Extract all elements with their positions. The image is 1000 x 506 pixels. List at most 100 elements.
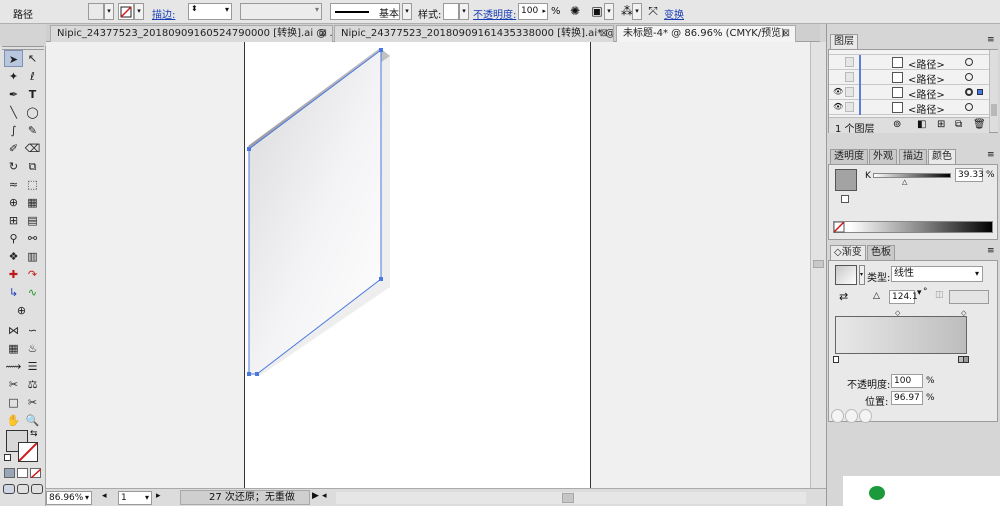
- draw-behind-icon[interactable]: [17, 484, 29, 494]
- stop-opacity-field[interactable]: 100: [891, 374, 923, 388]
- layer-row[interactable]: 👁 <路径>: [829, 85, 989, 101]
- reference-point-icon[interactable]: ⊕: [12, 302, 31, 319]
- scrollbar-thumb[interactable]: [562, 493, 574, 503]
- history-status[interactable]: 27 次还原；无重做: [180, 490, 310, 505]
- live-paint-tool-icon[interactable]: ♨: [23, 340, 42, 357]
- zoom-tool-icon[interactable]: 🔍: [23, 412, 42, 429]
- anchor-point[interactable]: [379, 277, 383, 281]
- select-similar-dropdown[interactable]: ▾: [632, 3, 642, 20]
- slider-handle-icon[interactable]: △: [902, 178, 907, 186]
- stroke-color-box[interactable]: [18, 442, 38, 462]
- default-colors-icon[interactable]: [4, 454, 11, 461]
- gradient-stop[interactable]: [833, 356, 839, 363]
- curve-tool-icon[interactable]: ∿: [23, 284, 42, 301]
- ellipse-tool-icon[interactable]: ◯: [23, 104, 42, 121]
- panel-menu-icon[interactable]: ≡: [987, 246, 995, 256]
- target-icon[interactable]: [965, 103, 973, 111]
- angle-field[interactable]: 124.1: [889, 290, 918, 304]
- knife-tool-icon[interactable]: ✂: [4, 376, 23, 393]
- panel-menu-icon[interactable]: ≡: [987, 150, 995, 160]
- target-icon[interactable]: [965, 88, 973, 96]
- stroke-link[interactable]: 描边:: [152, 6, 175, 21]
- lock-toggle[interactable]: [845, 102, 854, 112]
- reverse-gradient-icon[interactable]: ⇄: [839, 290, 848, 303]
- horizontal-scrollbar[interactable]: [336, 492, 806, 504]
- tab-document-2[interactable]: Nipic_24377523_20180909161435338000 [转换]…: [334, 25, 614, 42]
- column-graph-tool-icon[interactable]: ▥: [23, 248, 42, 265]
- vertical-scrollbar[interactable]: [810, 42, 826, 488]
- layers-scrollbar[interactable]: [989, 50, 998, 132]
- close-icon[interactable]: ⊠: [600, 26, 608, 42]
- none-color-icon[interactable]: [833, 221, 845, 233]
- visibility-toggle[interactable]: [833, 57, 842, 67]
- zoom-field[interactable]: 86.96% ▾: [46, 491, 92, 505]
- blob-brush-tool-icon[interactable]: ✐: [4, 140, 23, 157]
- line-tool-icon[interactable]: ╲: [4, 104, 23, 121]
- clipping-mask-icon[interactable]: ◧: [917, 119, 926, 130]
- paintbrush-tool-icon[interactable]: ∫: [4, 122, 23, 139]
- stroke-color-swatch[interactable]: [841, 195, 849, 203]
- angle-dropdown[interactable]: ▾: [917, 288, 922, 298]
- stroke-dropdown[interactable]: ▾: [134, 3, 144, 20]
- eraser-tool-icon[interactable]: ⌫: [23, 140, 42, 157]
- align-dropdown[interactable]: ▾: [604, 3, 614, 20]
- layer-row[interactable]: <路径>: [829, 55, 989, 71]
- pen-tool-icon[interactable]: ✒: [4, 86, 23, 103]
- scrollbar-thumb[interactable]: [991, 104, 997, 116]
- tab-appearance[interactable]: 外观: [869, 149, 897, 164]
- recolor-artwork-icon[interactable]: ✺: [566, 3, 584, 20]
- first-artboard-icon[interactable]: ◂: [102, 491, 107, 501]
- transform-link[interactable]: 变换: [664, 6, 684, 21]
- gradient-slider[interactable]: [835, 316, 967, 354]
- graph-tool-icon[interactable]: ▦: [4, 340, 23, 357]
- blend-tool-icon[interactable]: ⚯: [23, 230, 42, 247]
- tab-swatches[interactable]: 色板: [867, 245, 895, 260]
- brush-dropdown[interactable]: ▾: [402, 3, 412, 20]
- close-icon[interactable]: ⊠: [782, 26, 790, 42]
- isolate-icon[interactable]: ⤧: [644, 3, 662, 20]
- visibility-toggle[interactable]: [833, 72, 842, 82]
- anchor-point[interactable]: [247, 372, 251, 376]
- tab-color[interactable]: 颜色: [928, 149, 956, 164]
- page-field[interactable]: 1 ▾: [118, 491, 152, 505]
- tab-stroke[interactable]: 描边: [899, 149, 927, 164]
- lasso-tool-icon[interactable]: ℓ: [23, 68, 42, 85]
- k-value-field[interactable]: 39.33: [955, 168, 984, 182]
- free-transform-tool-icon[interactable]: ⬚: [23, 176, 42, 193]
- draw-normal-icon[interactable]: [3, 484, 15, 494]
- k-slider[interactable]: [873, 173, 951, 178]
- type-tool-icon[interactable]: T: [23, 86, 42, 103]
- pencil-tool-icon[interactable]: ✎: [23, 122, 42, 139]
- location-field[interactable]: 96.97: [891, 391, 923, 405]
- fill-swatch[interactable]: [88, 3, 104, 20]
- new-sublayer-icon[interactable]: ⊞: [937, 119, 945, 130]
- new-layer-icon[interactable]: ⧉: [955, 119, 962, 130]
- gradient-stop[interactable]: [963, 356, 969, 363]
- selection-tool-icon[interactable]: ➤: [4, 50, 23, 67]
- gradient-mode-icon[interactable]: [17, 468, 28, 478]
- stroke-weight-field[interactable]: ⬍ ▾: [188, 3, 232, 20]
- locate-object-icon[interactable]: ⊚: [893, 119, 901, 130]
- draw-inside-icon[interactable]: [31, 484, 43, 494]
- layer-row[interactable]: 👁 <路径>: [829, 100, 989, 116]
- slice-tool-icon[interactable]: ∽: [23, 322, 42, 339]
- fill-dropdown[interactable]: ▾: [104, 3, 114, 20]
- opacity-field[interactable]: 100 ▸: [518, 3, 548, 20]
- none-mode-icon[interactable]: [30, 468, 42, 479]
- opacity-link[interactable]: 不透明度:: [473, 6, 516, 21]
- add-anchor-point-tool-icon[interactable]: ✚: [4, 266, 23, 283]
- warp-tool-icon[interactable]: ≈: [4, 176, 23, 193]
- anchor-point[interactable]: [255, 372, 259, 376]
- selected-art-indicator[interactable]: [977, 89, 983, 95]
- anchor-point[interactable]: [379, 48, 383, 52]
- fill-color-swatch[interactable]: [835, 169, 857, 191]
- scale-tool-icon[interactable]: ⧉: [23, 158, 42, 175]
- tab-document-3[interactable]: 未标题-4* @ 86.96% (CMYK/预览) ⊠: [616, 25, 796, 42]
- eye-icon[interactable]: 👁: [833, 87, 843, 97]
- perspective-grid-tool-icon[interactable]: ▦: [23, 194, 42, 211]
- artboard-tool-icon[interactable]: ⋈: [4, 322, 23, 339]
- convert-anchor-point-tool-icon[interactable]: ↷: [23, 266, 42, 283]
- status-menu-icon[interactable]: ▶: [312, 491, 319, 501]
- tab-transparency[interactable]: 透明度: [830, 149, 868, 164]
- style-swatch[interactable]: [443, 3, 459, 20]
